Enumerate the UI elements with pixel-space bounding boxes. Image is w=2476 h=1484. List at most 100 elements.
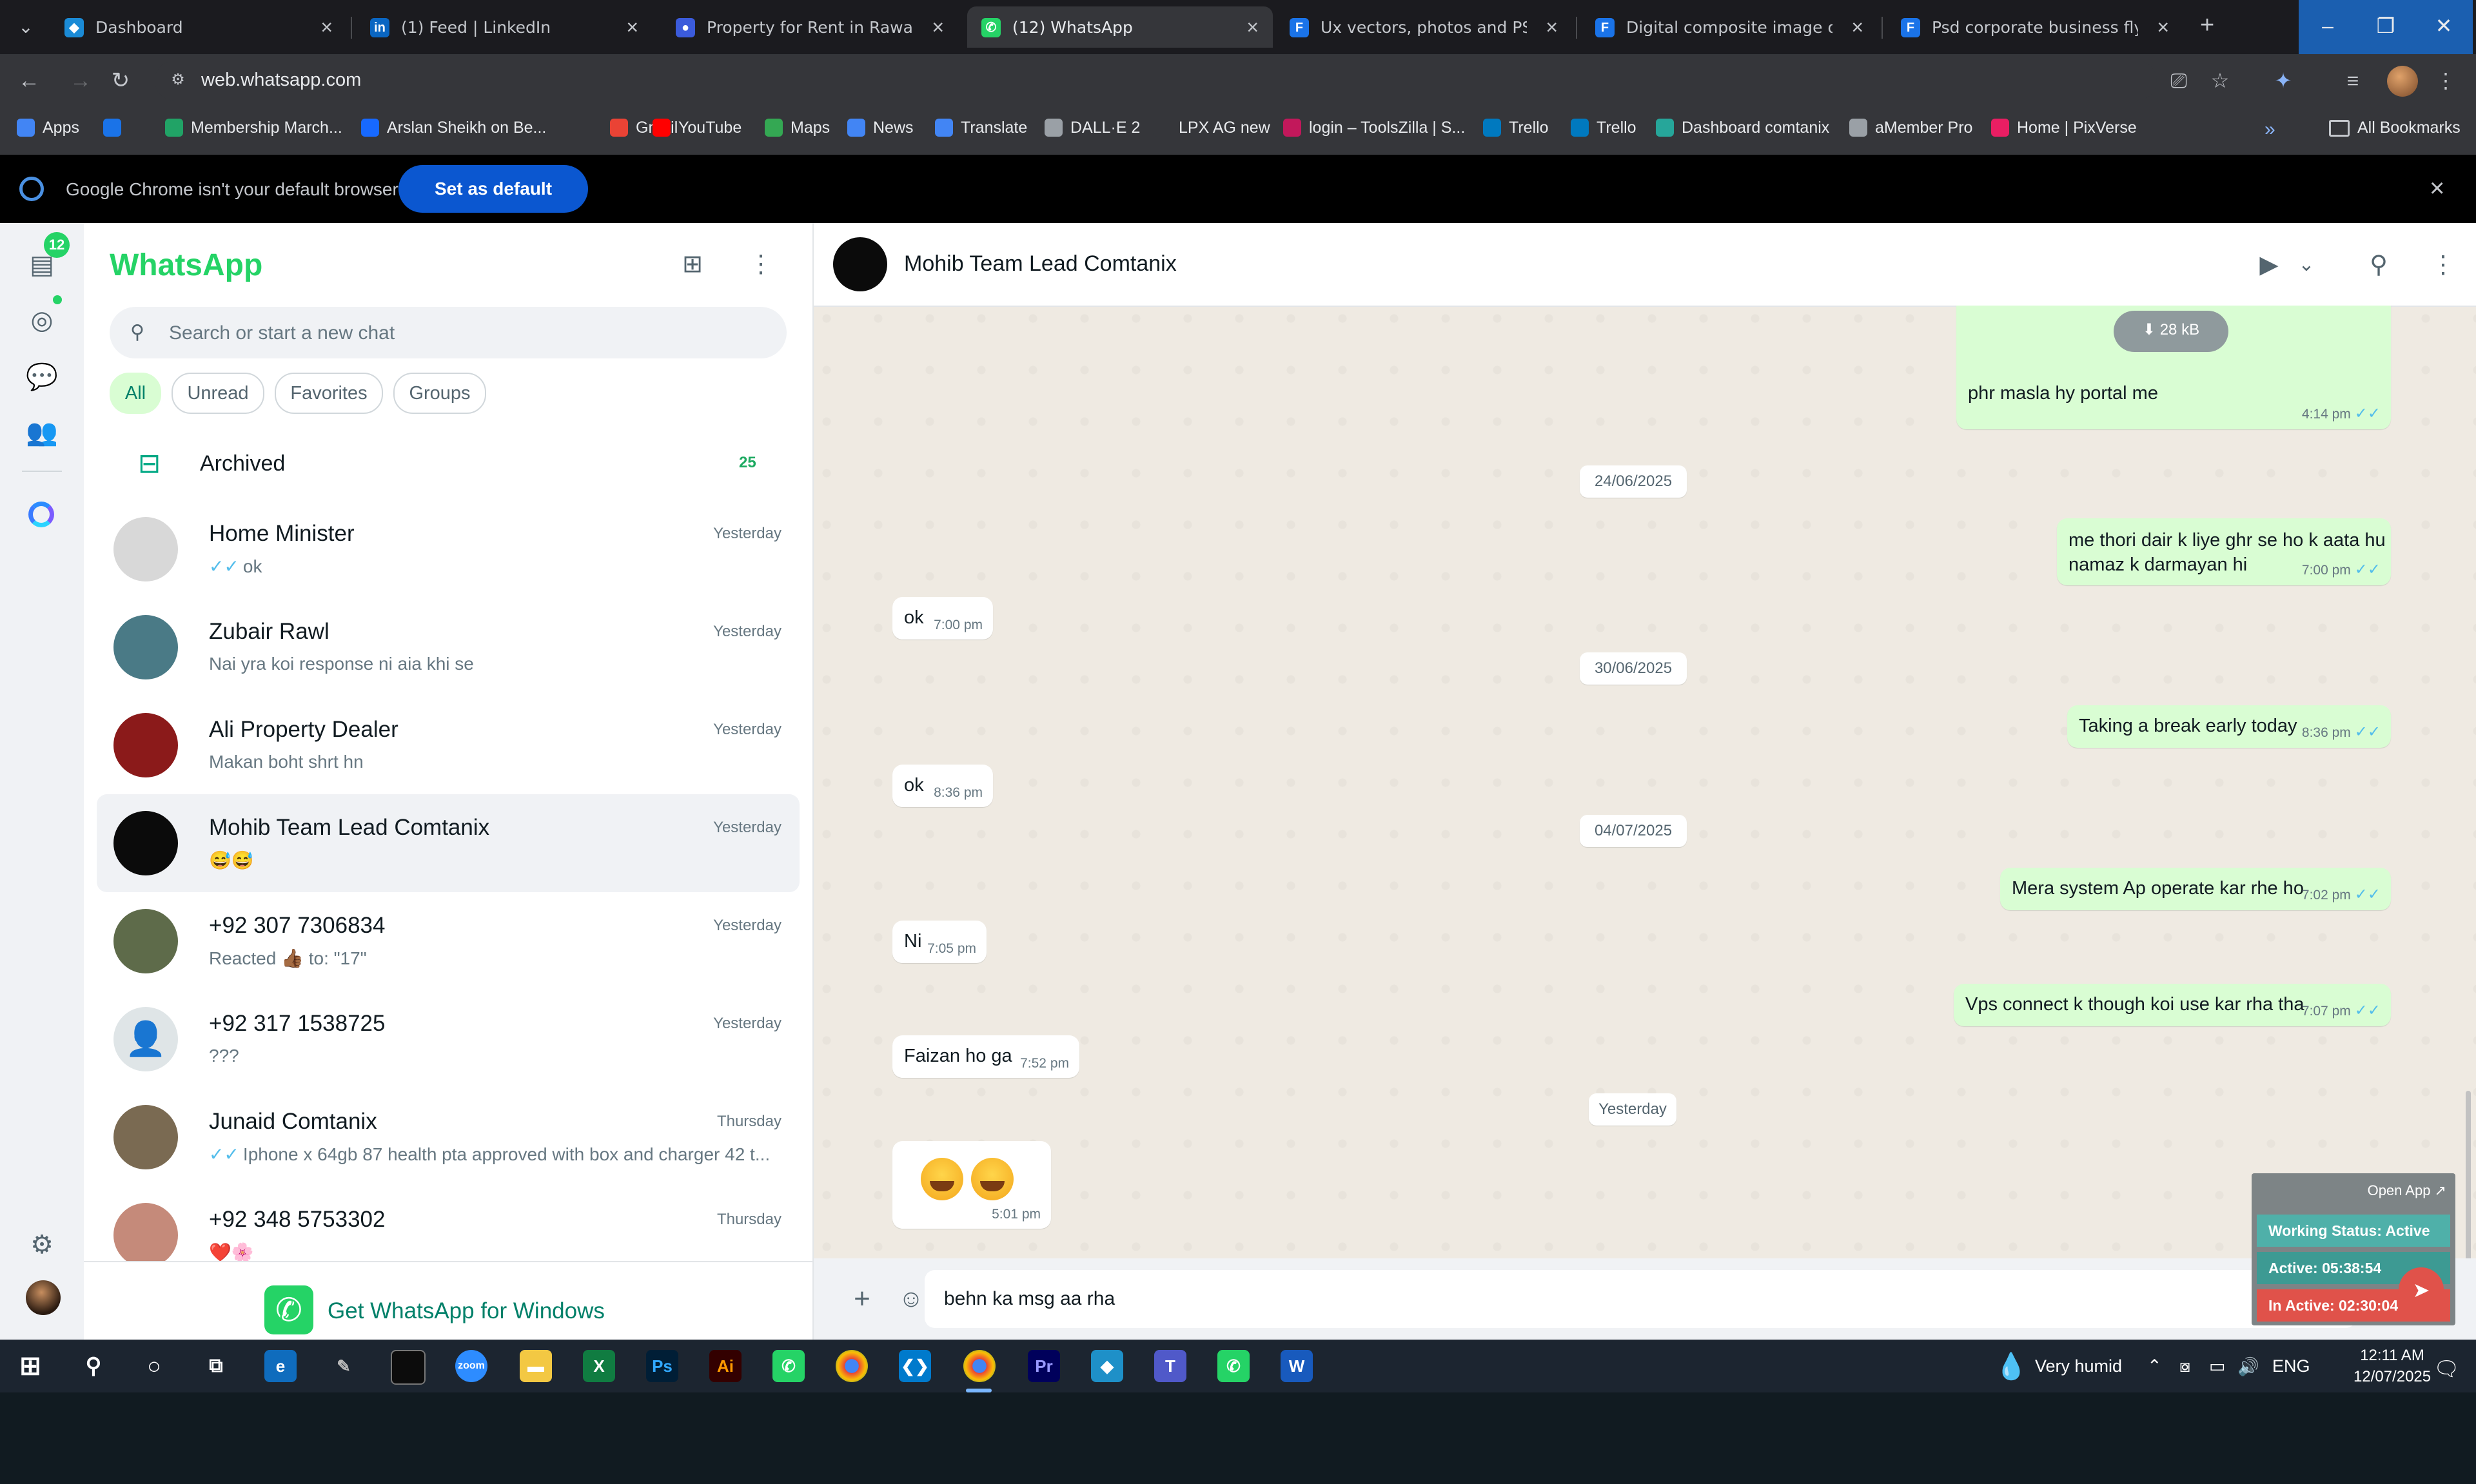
chat-list-item[interactable]: +92 307 7306834 Yesterday Reacted 👍🏾 to: "…: [97, 892, 800, 990]
tab-freepik-flyer[interactable]: F Psd corporate business flyer de ×: [1887, 6, 2183, 48]
filter-unread[interactable]: Unread: [172, 373, 264, 414]
channels-icon[interactable]: 💬: [25, 360, 59, 395]
teams-app-icon[interactable]: T: [1154, 1350, 1186, 1382]
illustrator-app-icon[interactable]: Ai: [709, 1350, 742, 1382]
attach-plus-icon[interactable]: +: [845, 1282, 879, 1316]
photoshop-app-icon[interactable]: Ps: [646, 1350, 678, 1382]
site-info-icon[interactable]: ⚙: [168, 70, 188, 90]
address-bar[interactable]: ⚙ web.whatsapp.com: [155, 61, 2157, 101]
chat-menu-kebab-icon[interactable]: ⋮: [2426, 248, 2461, 282]
tab-freepik-digital[interactable]: F Digital composite image of gra ×: [1581, 6, 1878, 48]
tray-network-icon[interactable]: ▭: [2209, 1356, 2226, 1376]
reload-icon[interactable]: ↻: [106, 66, 135, 95]
taskbar-clock[interactable]: 12:11 AM 12/07/2025: [2353, 1345, 2431, 1387]
profile-avatar[interactable]: [2387, 66, 2418, 97]
terminal-app-icon[interactable]: [391, 1350, 426, 1385]
tab-dashboard[interactable]: ◆ Dashboard ×: [50, 6, 347, 48]
sticker-emoji-icon[interactable]: ☺: [894, 1282, 928, 1316]
bookmark-item[interactable]: Maps: [765, 119, 830, 143]
tab-close-icon[interactable]: ×: [1546, 15, 1558, 39]
search-messages-icon[interactable]: ⚲: [2361, 248, 2396, 282]
chat-list-item[interactable]: Zubair Rawl Yesterday Nai yra koi response…: [97, 598, 800, 696]
bookmark-item[interactable]: Home | PixVerse: [1991, 119, 2137, 143]
file-explorer-icon[interactable]: ▬: [520, 1350, 552, 1382]
bookmark-item[interactable]: News: [847, 119, 914, 143]
tab-whatsapp[interactable]: ✆ (12) WhatsApp ×: [967, 6, 1273, 48]
tab-property[interactable]: ● Property for Rent in Rawalpindi ×: [662, 6, 958, 48]
tray-volume-icon[interactable]: 🔊: [2237, 1356, 2259, 1377]
new-tab-plus-icon[interactable]: +: [2200, 12, 2214, 39]
bookmark-item[interactable]: LPX AG new: [1153, 119, 1270, 143]
edge-app-icon[interactable]: e: [264, 1350, 297, 1382]
network-app-icon[interactable]: ◆: [1091, 1350, 1123, 1382]
vscode-app-icon[interactable]: ❮❯: [899, 1350, 931, 1382]
chrome-menu-icon[interactable]: ⋮: [2431, 66, 2461, 95]
back-arrow-icon[interactable]: ←: [14, 66, 44, 95]
whatsapp-desktop-icon[interactable]: ✆: [1217, 1350, 1250, 1382]
filter-groups[interactable]: Groups: [393, 373, 486, 414]
my-profile-avatar[interactable]: [26, 1280, 61, 1315]
window-close-button[interactable]: ✕: [2415, 0, 2473, 54]
word-app-icon[interactable]: W: [1281, 1350, 1313, 1382]
premiere-app-icon[interactable]: Pr: [1028, 1350, 1060, 1382]
zoom-app-icon[interactable]: zoom: [455, 1350, 487, 1382]
settings-gear-icon[interactable]: ⚙: [25, 1227, 59, 1262]
tab-close-icon[interactable]: ×: [320, 15, 333, 39]
archived-row[interactable]: ⊟ Archived 25: [84, 428, 812, 499]
video-call-icon[interactable]: ▶: [2252, 248, 2286, 282]
bookmark-item[interactable]: Translate: [935, 119, 1027, 143]
bookmark-item[interactable]: Membership March...: [165, 119, 342, 143]
message-input[interactable]: behn ka msg aa rha: [925, 1270, 2356, 1328]
bookmark-item[interactable]: DALL·E 2: [1045, 119, 1140, 143]
chat-list-item[interactable]: Ali Property Dealer Yesterday Makan boht s…: [97, 696, 800, 794]
get-whatsapp-windows-banner[interactable]: ✆ Get WhatsApp for Windows: [84, 1261, 812, 1341]
chat-list-item[interactable]: 👤 +92 317 1538725 Yesterday???: [97, 990, 800, 1088]
bookmark-item[interactable]: aMember Pro: [1849, 119, 1972, 143]
contact-avatar[interactable]: [833, 237, 887, 291]
tab-close-icon[interactable]: ×: [2157, 15, 2169, 39]
conversation-header[interactable]: Mohib Team Lead Comtanix ▶ ⌄ ⚲ ⋮: [814, 223, 2476, 307]
new-chat-icon[interactable]: ⊞: [676, 248, 709, 281]
bookmark-item[interactable]: Dashboard comtanix: [1656, 119, 1829, 143]
meta-ai-icon[interactable]: [28, 502, 54, 527]
tab-close-icon[interactable]: ×: [1851, 15, 1863, 39]
bookmark-item[interactable]: YouTube: [653, 119, 742, 143]
bookmark-item[interactable]: Arslan Sheikh on Be...: [361, 119, 546, 143]
infobar-close-icon[interactable]: ×: [2430, 174, 2444, 203]
tab-close-icon[interactable]: ×: [932, 15, 944, 39]
tab-close-icon[interactable]: ×: [626, 15, 638, 39]
set-as-default-button[interactable]: Set as default: [398, 165, 588, 213]
whatsapp-app-icon[interactable]: ✆: [772, 1350, 805, 1382]
tab-linkedin[interactable]: in (1) Feed | LinkedIn ×: [356, 6, 653, 48]
communities-icon[interactable]: 👥: [25, 415, 59, 450]
weather-text[interactable]: Very humid: [2035, 1356, 2122, 1376]
bookmark-star-icon[interactable]: ☆: [2205, 66, 2235, 95]
chrome-profile-app-icon[interactable]: [963, 1350, 996, 1382]
chat-list-item[interactable]: Junaid Comtanix Thursday ✓✓ Iphone x 64gb 8…: [97, 1088, 800, 1186]
bookmark-item[interactable]: login – ToolsZilla | S...: [1283, 119, 1465, 143]
chat-list-item[interactable]: Mohib Team Lead Comtanix Yesterday 😅😅: [97, 794, 800, 892]
extensions-puzzle-icon[interactable]: ✦: [2268, 66, 2298, 95]
tab-freepik-ux[interactable]: F Ux vectors, photos and PSD files ×: [1275, 6, 1572, 48]
excel-app-icon[interactable]: X: [583, 1350, 615, 1382]
status-icon[interactable]: ◎: [25, 303, 59, 338]
media-queue-icon[interactable]: ≡: [2338, 66, 2368, 95]
task-view-icon[interactable]: ⧉: [200, 1350, 232, 1382]
tray-chevron-icon[interactable]: ⌃: [2147, 1356, 2162, 1376]
filter-favorites[interactable]: Favorites: [275, 373, 383, 414]
bookmark-item[interactable]: Trello: [1571, 119, 1636, 143]
window-minimize-button[interactable]: –: [2299, 0, 2357, 54]
filter-all[interactable]: All: [110, 373, 161, 414]
tab-close-icon[interactable]: ×: [1246, 15, 1259, 39]
window-restore-button[interactable]: ❐: [2357, 0, 2415, 54]
contact-name[interactable]: Mohib Team Lead Comtanix: [904, 251, 1177, 277]
pen-app-icon[interactable]: ✎: [328, 1350, 360, 1382]
taskbar-search-icon[interactable]: ⚲: [77, 1350, 110, 1382]
tray-meet-icon[interactable]: ⧇: [2179, 1356, 2190, 1377]
tab-search-chevron-icon[interactable]: ⌄: [12, 13, 40, 41]
tray-language[interactable]: ENG: [2272, 1356, 2310, 1376]
more-bookmarks-chevron-icon[interactable]: »: [2265, 119, 2275, 141]
menu-kebab-icon[interactable]: ⋮: [744, 248, 778, 281]
call-dropdown-chevron-icon[interactable]: ⌄: [2289, 248, 2324, 282]
notifications-icon[interactable]: 🗨: [2433, 1356, 2460, 1381]
